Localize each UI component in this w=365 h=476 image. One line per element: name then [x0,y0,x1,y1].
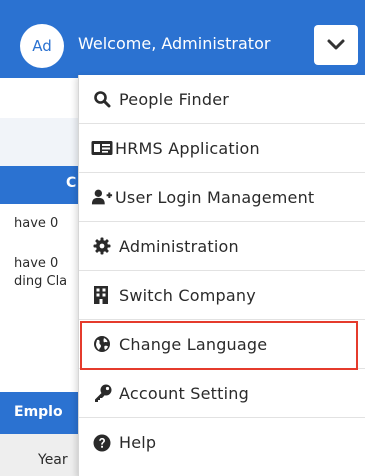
menu-item-label: User Login Management [115,187,315,207]
background-text-line: have 0 [14,256,59,271]
search-icon [93,89,115,109]
background-table-header: Year [0,434,80,476]
background-header-fragment: C [66,175,77,191]
menu-item-switch-company[interactable]: Switch Company [79,271,365,320]
user-dropdown-menu: People Finder HRMS Application User Logi… [78,75,365,476]
gear-icon [93,236,115,256]
menu-item-hrms-application[interactable]: HRMS Application [79,124,365,173]
user-plus-icon [91,187,113,207]
menu-item-label: HRMS Application [115,138,260,158]
background-section-header: Emplo [0,392,80,434]
menu-item-label: People Finder [119,89,230,109]
menu-item-people-finder[interactable]: People Finder [79,75,365,124]
avatar[interactable]: Ad [20,24,64,68]
welcome-text[interactable]: Welcome, Administrator [78,34,270,53]
menu-item-change-language[interactable]: Change Language [79,320,365,369]
menu-item-label: Account Setting [119,383,249,403]
menu-item-user-login-management[interactable]: User Login Management [79,173,365,222]
menu-item-account-setting[interactable]: Account Setting [79,369,365,418]
top-header-bar: Ad Welcome, Administrator [0,0,365,78]
id-card-icon [91,138,113,158]
background-blue-header: C [0,166,80,204]
globe-icon [93,334,115,354]
menu-item-label: Switch Company [119,285,256,305]
background-text-line: have 0 [14,216,59,231]
menu-item-administration[interactable]: Administration [79,222,365,271]
building-icon [93,285,115,305]
key-icon [93,383,115,403]
background-column-label: Year [38,452,68,468]
background-section-title: Emplo [14,404,63,420]
menu-item-label: Help [119,433,157,452]
user-menu-toggle-button[interactable] [314,25,358,65]
menu-item-label: Administration [119,236,239,256]
chevron-down-icon [327,39,345,50]
menu-item-label: Change Language [119,334,268,354]
question-icon [93,433,115,453]
background-panel [0,118,80,166]
menu-item-help[interactable]: Help [79,418,365,467]
background-text-line: ding Cla [14,274,68,289]
